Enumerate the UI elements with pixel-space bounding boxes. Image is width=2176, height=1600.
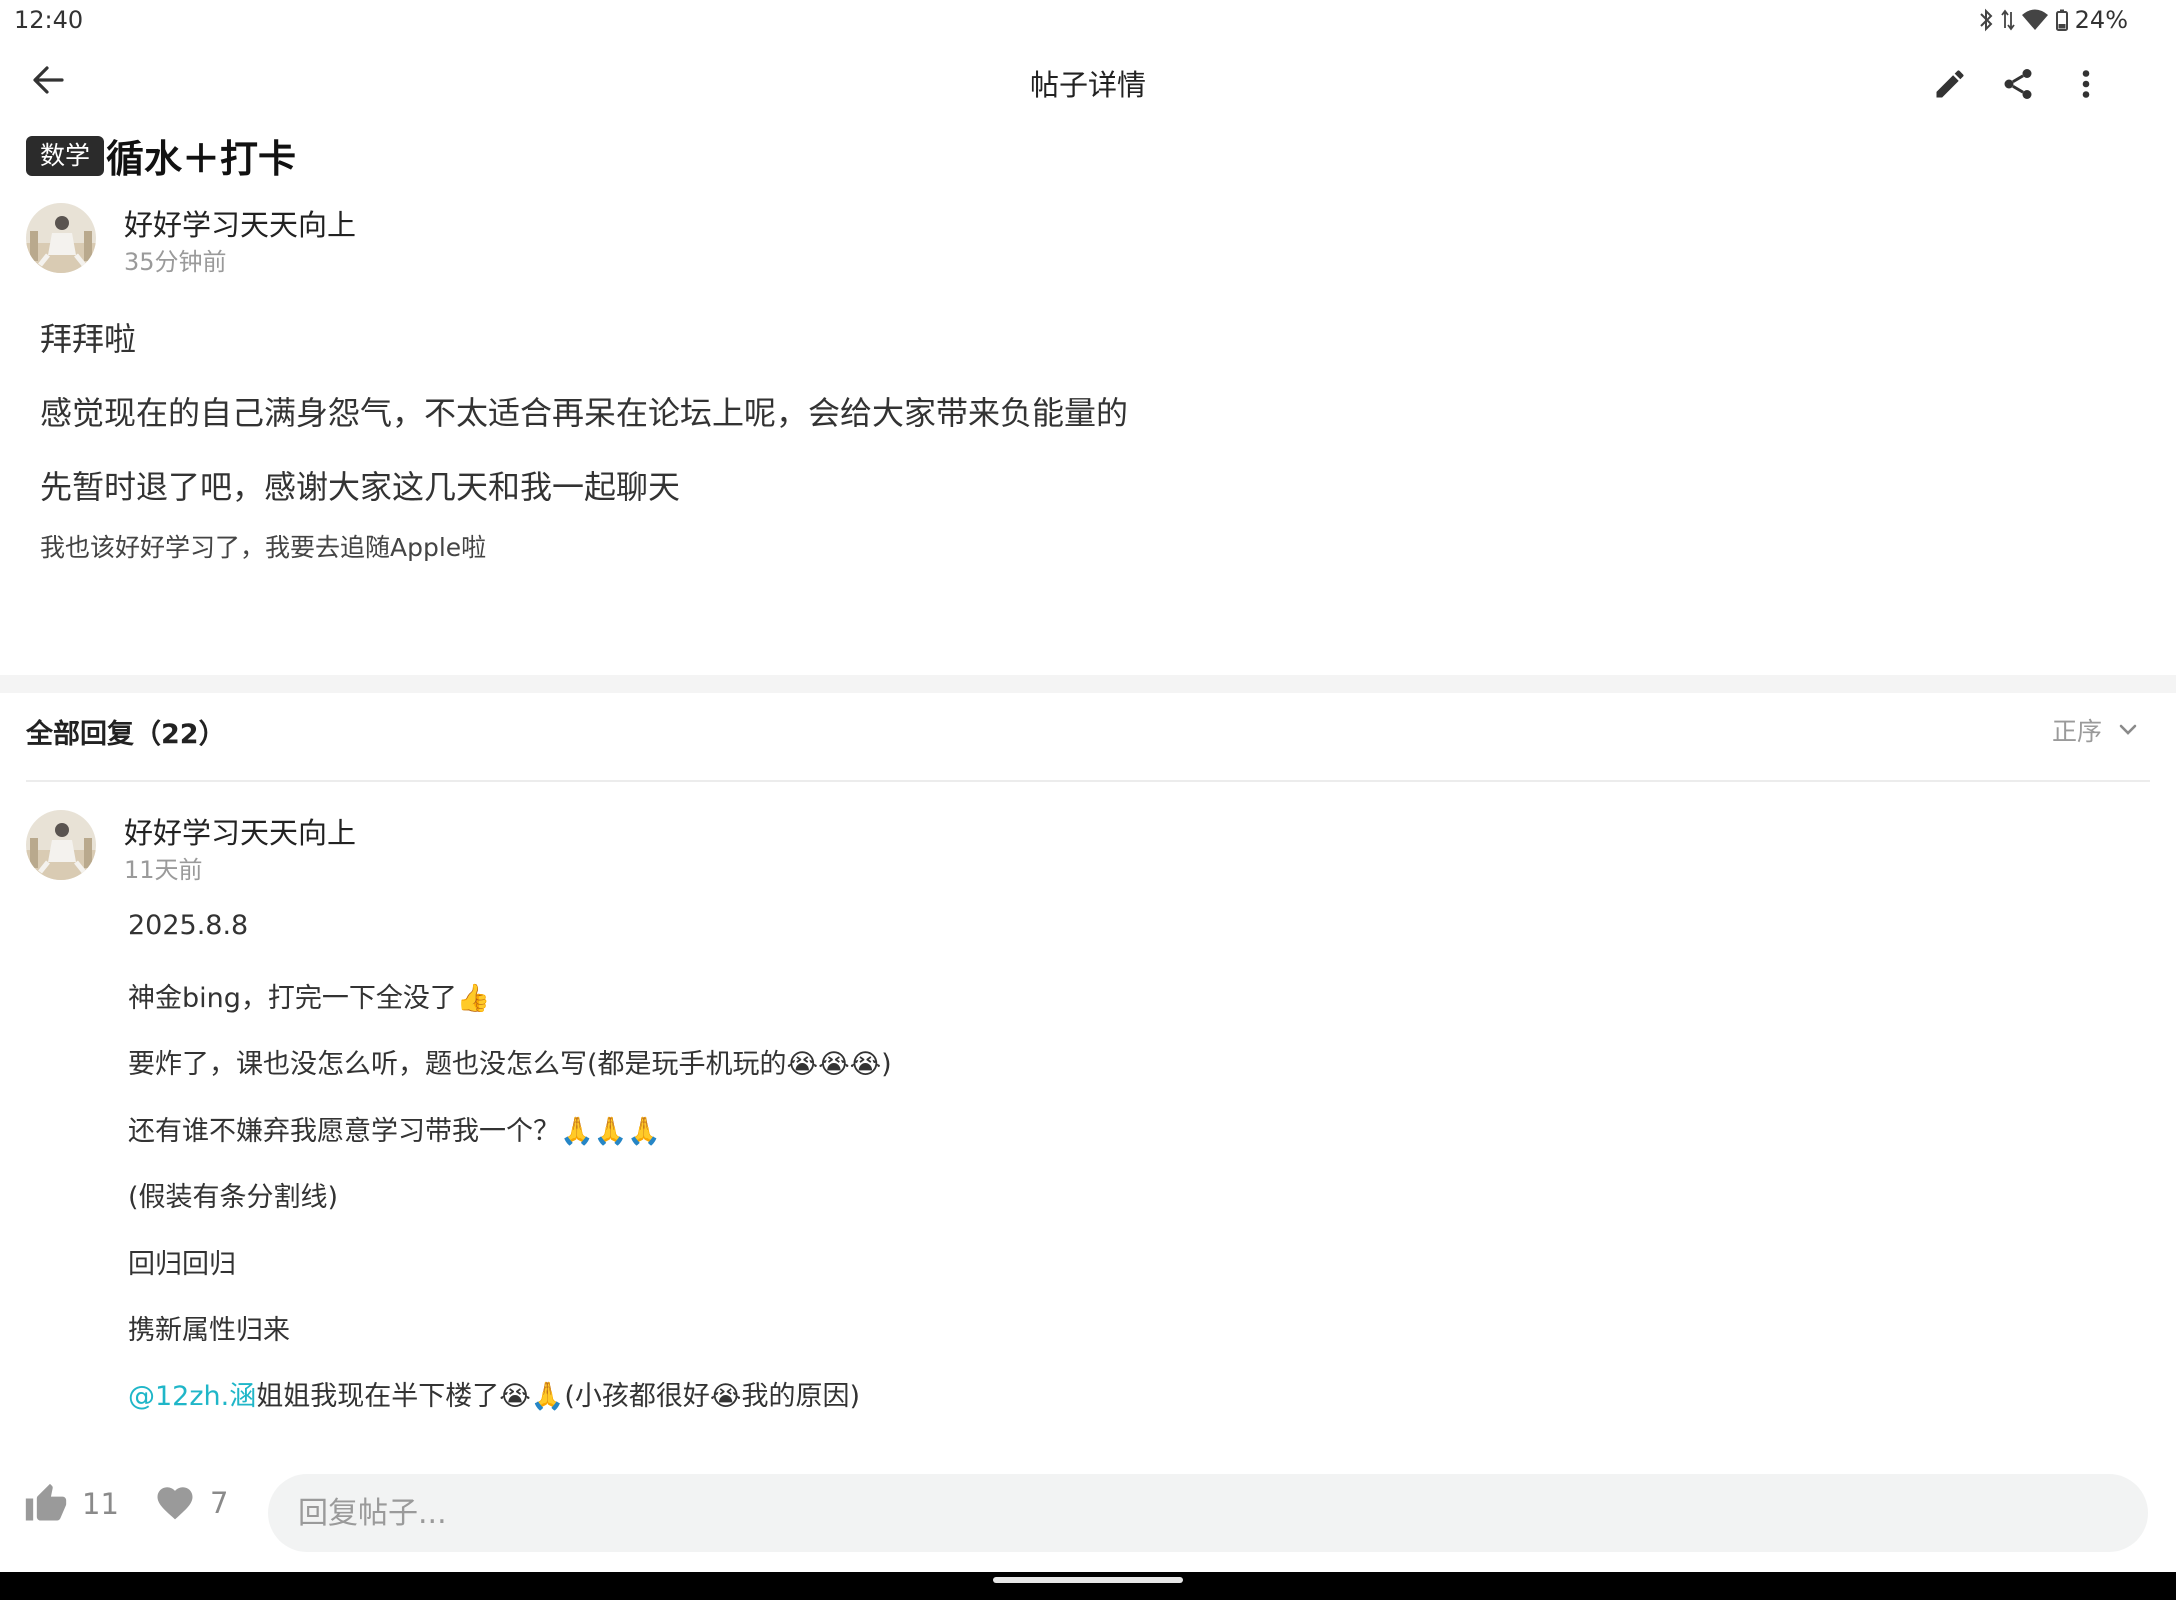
reply-text-line: 2025.8.8 bbox=[128, 910, 249, 941]
subject-tag[interactable]: 数学 bbox=[26, 136, 105, 176]
post-text-line: 感觉现在的自己满身怨气，不太适合再呆在论坛上呢，会给大家带来负能量的 bbox=[40, 394, 1129, 432]
reply-text-line: (假装有条分割线) bbox=[128, 1182, 339, 1213]
favorite-button[interactable]: 7 bbox=[154, 1482, 228, 1524]
reply-text-line: 携新属性归来 bbox=[128, 1315, 290, 1346]
reply-text-line: 还有谁不嫌弃我愿意学习带我一个？🙏🙏🙏 bbox=[128, 1116, 661, 1147]
back-button[interactable] bbox=[24, 56, 72, 104]
battery-icon bbox=[2055, 9, 2068, 31]
reply-text-line: 神金bing，打完一下全没了👍 bbox=[128, 983, 491, 1014]
heart-icon bbox=[157, 1487, 193, 1520]
reply-text: 姐姐我现在半下楼了😭🙏(小孩都很好😭我的原因) bbox=[256, 1381, 861, 1412]
chevron-down-icon bbox=[2119, 724, 2137, 735]
bluetooth-icon bbox=[1979, 8, 1993, 32]
post-time: 35分钟前 bbox=[124, 248, 227, 276]
data-arrows-icon bbox=[2000, 9, 2015, 31]
reply-text-line: 回归回归 bbox=[128, 1249, 236, 1280]
status-time: 12:40 bbox=[14, 6, 84, 34]
page-title: 帖子详情 bbox=[1029, 68, 1146, 102]
reply-text-line: 要炸了，课也没怎么听，题也没怎么写(都是玩手机玩的😭😭😭) bbox=[128, 1049, 892, 1080]
divider bbox=[26, 780, 2150, 782]
thumbs-up-icon bbox=[25, 1483, 67, 1521]
like-count: 11 bbox=[82, 1487, 119, 1521]
reply-text-line-mention: @12zh.涵姐姐我现在半下楼了😭🙏(小孩都很好😭我的原因) bbox=[128, 1374, 860, 1413]
edit-button[interactable] bbox=[1922, 56, 1978, 112]
share-button[interactable] bbox=[1990, 56, 2046, 112]
share-icon bbox=[2004, 69, 2032, 99]
section-divider bbox=[0, 675, 2176, 693]
favorite-count: 7 bbox=[210, 1486, 229, 1520]
avatar[interactable] bbox=[26, 810, 96, 880]
more-vertical-icon bbox=[2082, 70, 2090, 98]
status-icons: 24% bbox=[1977, 6, 2128, 34]
edit-icon bbox=[1936, 70, 1964, 98]
battery-percent: 24% bbox=[2074, 6, 2128, 34]
home-gesture-handle[interactable] bbox=[993, 1577, 1183, 1583]
post-text-line: 先暂时退了吧，感谢大家这几天和我一起聊天 bbox=[40, 468, 681, 506]
sort-order-button[interactable]: 正序 bbox=[2052, 712, 2140, 748]
reply-author[interactable]: 好好学习天天向上 bbox=[124, 810, 356, 852]
wifi-icon bbox=[2021, 9, 2048, 30]
post-author[interactable]: 好好学习天天向上 bbox=[124, 202, 356, 244]
replies-title: 全部回复（22） bbox=[26, 719, 226, 750]
avatar-image bbox=[26, 810, 96, 880]
reply-input[interactable] bbox=[268, 1474, 2148, 1552]
back-arrow-icon bbox=[33, 66, 64, 94]
like-button[interactable]: 11 bbox=[24, 1482, 119, 1526]
avatar-image bbox=[26, 203, 96, 273]
post-small-note: 我也该好好学习了，我要去追随Apple啦 bbox=[40, 533, 487, 562]
reply-time: 11天前 bbox=[124, 856, 203, 884]
post-title: 循水＋打卡 bbox=[106, 137, 297, 181]
post-text-line: 拜拜啦 bbox=[40, 320, 137, 358]
more-button[interactable] bbox=[2058, 56, 2114, 112]
avatar[interactable] bbox=[26, 203, 96, 273]
sort-order-label: 正序 bbox=[2051, 717, 2102, 746]
user-mention-link[interactable]: @12zh.涵 bbox=[128, 1381, 256, 1412]
